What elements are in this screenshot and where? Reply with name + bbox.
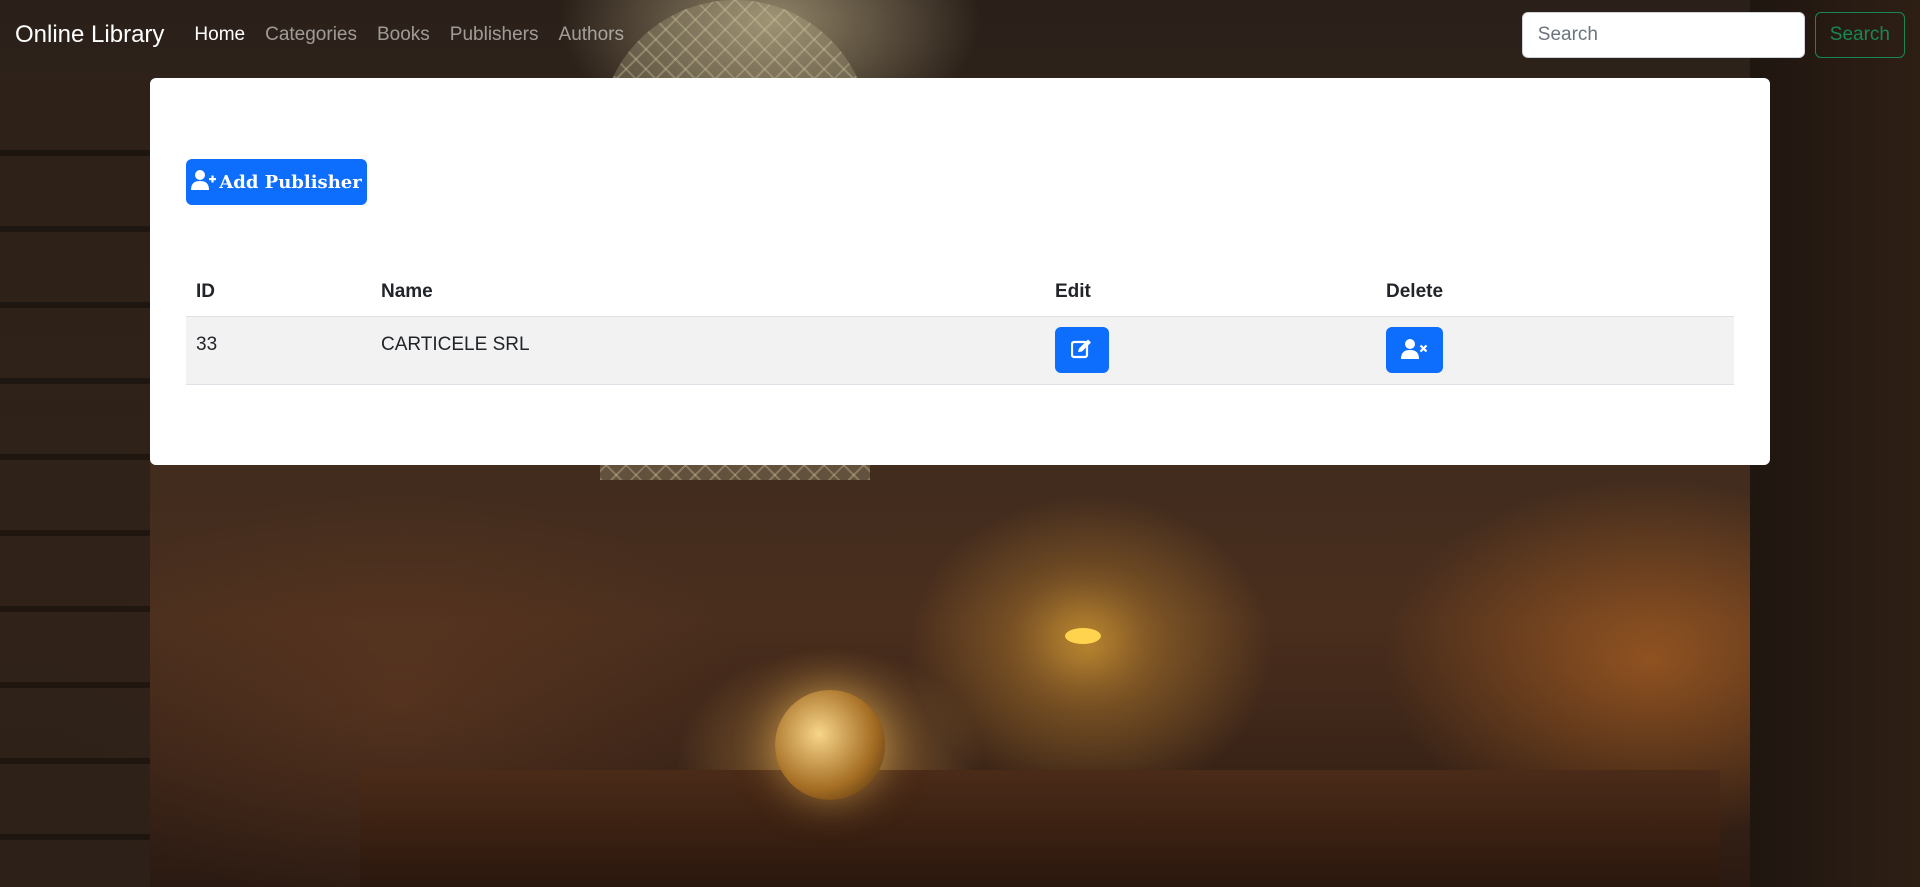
delete-button[interactable] — [1386, 327, 1443, 373]
search-form: Search — [1521, 12, 1905, 58]
nav-links: Home Categories Books Publishers Authors — [194, 24, 644, 46]
nav-link-home[interactable]: Home — [194, 24, 255, 46]
user-plus-icon — [191, 169, 217, 196]
background-globe — [775, 690, 885, 800]
add-publisher-button[interactable]: Add Publisher — [186, 159, 367, 205]
add-publisher-label: Add Publisher — [219, 171, 362, 193]
nav-link-authors[interactable]: Authors — [559, 24, 634, 46]
publishers-table: ID Name Edit Delete 33 CARTICELE SRL — [186, 268, 1734, 385]
top-navbar: Online Library Home Categories Books Pub… — [0, 0, 1920, 70]
header-edit: Edit — [1045, 268, 1376, 317]
nav-link-publishers[interactable]: Publishers — [450, 24, 549, 46]
cell-id: 33 — [186, 316, 371, 385]
nav-link-books[interactable]: Books — [377, 24, 440, 46]
user-remove-icon — [1400, 338, 1429, 363]
background-bookshelf-right — [1750, 0, 1920, 887]
header-delete: Delete — [1376, 268, 1734, 317]
edit-button[interactable] — [1055, 327, 1109, 373]
brand-link[interactable]: Online Library — [15, 21, 164, 49]
search-input[interactable] — [1521, 12, 1805, 58]
header-id: ID — [186, 268, 371, 317]
publishers-card: Add Publisher ID Name Edit Delete 33 CAR… — [150, 78, 1770, 465]
cell-delete — [1376, 316, 1734, 385]
edit-icon — [1070, 339, 1093, 362]
search-button[interactable]: Search — [1814, 12, 1905, 58]
table-row: 33 CARTICELE SRL — [186, 316, 1734, 385]
background-lamp — [1065, 628, 1101, 644]
cell-name: CARTICELE SRL — [371, 316, 1045, 385]
table-header-row: ID Name Edit Delete — [186, 268, 1734, 317]
background-bookshelf-left — [0, 80, 150, 887]
background-desk — [360, 770, 1720, 887]
cell-edit — [1045, 316, 1376, 385]
header-name: Name — [371, 268, 1045, 317]
nav-link-categories[interactable]: Categories — [265, 24, 367, 46]
